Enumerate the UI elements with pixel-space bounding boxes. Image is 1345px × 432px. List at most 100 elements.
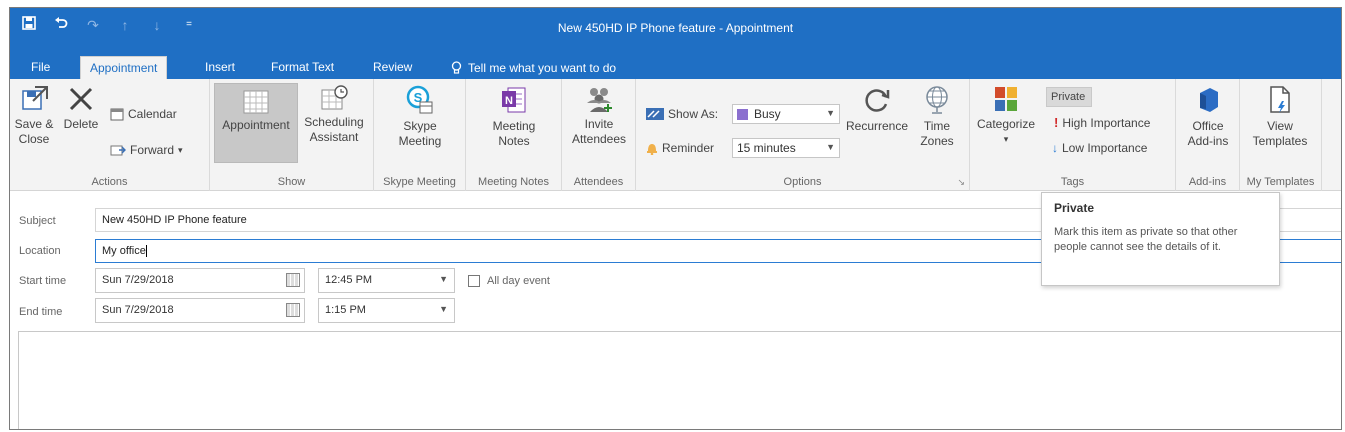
recurrence-button[interactable]: Recurrence xyxy=(844,85,910,134)
calendar-icon xyxy=(110,108,124,121)
bell-icon xyxy=(647,144,657,155)
high-importance-label: High Importance xyxy=(1062,115,1151,130)
chevron-down-icon: ▼ xyxy=(439,274,448,284)
chevron-down-icon: ▼ xyxy=(439,304,448,314)
recurrence-icon xyxy=(865,89,890,112)
group-label-meeting-notes: Meeting Notes xyxy=(478,176,549,188)
start-time-label: Start time xyxy=(19,275,67,287)
categorize-label: Categorize xyxy=(976,117,1036,131)
time-zones-label: Time Zones xyxy=(920,119,954,148)
chevron-down-icon: ▾ xyxy=(1003,134,1009,144)
appointment-grid-icon xyxy=(243,90,269,114)
subject-label: Subject xyxy=(19,215,56,227)
group-tags: Categorize ▾ Private ! High Importance ↓… xyxy=(970,79,1176,191)
delete-x-icon xyxy=(69,87,93,111)
tab-insert[interactable]: Insert xyxy=(196,56,244,79)
title-bar: ↷ ↑ ↓ = New 450HD IP Phone feature - App… xyxy=(10,8,1341,52)
office-addins-label: Office Add-ins xyxy=(1187,119,1229,148)
start-date-value: Sun 7/29/2018 xyxy=(102,274,174,286)
high-importance-button[interactable]: ! High Importance xyxy=(1054,115,1150,130)
group-label-tags: Tags xyxy=(1060,176,1085,188)
reminder-value: 15 minutes xyxy=(737,141,796,155)
end-time-select[interactable]: 1:15 PM ▼ xyxy=(318,298,455,323)
time-zones-button[interactable]: Time Zones xyxy=(914,85,960,149)
location-value: My office xyxy=(102,245,146,257)
start-time-value: 12:45 PM xyxy=(325,274,373,286)
chevron-down-icon: ▾ xyxy=(178,144,183,155)
window-title: New 450HD IP Phone feature - Appointment xyxy=(557,21,794,35)
globe-icon xyxy=(926,86,948,114)
scheduling-assistant-button[interactable]: Scheduling Assistant xyxy=(298,85,370,145)
all-day-checkbox[interactable] xyxy=(468,275,480,287)
people-icon xyxy=(587,88,612,112)
tab-review[interactable]: Review xyxy=(364,56,421,79)
calendar-button[interactable]: Calendar xyxy=(110,107,177,121)
reminder-select[interactable]: 15 minutes ▼ xyxy=(732,138,840,158)
tab-appointment[interactable]: Appointment xyxy=(80,56,168,79)
categorize-icon xyxy=(995,87,1017,111)
tell-me-label: Tell me what you want to do xyxy=(468,60,617,75)
group-my-templates: View Templates My Templates xyxy=(1240,79,1322,191)
group-skype-meeting: S Skype Meeting Skype Meeting xyxy=(374,79,466,191)
save-close-button[interactable]: Save & Close xyxy=(12,85,56,147)
all-day-label: All day event xyxy=(487,275,550,287)
office-addins-icon xyxy=(1200,88,1218,112)
recurrence-label: Recurrence xyxy=(845,119,909,133)
calendar-icon[interactable] xyxy=(286,273,300,287)
low-importance-label: Low Importance xyxy=(1062,141,1148,155)
meeting-notes-label: Meeting Notes xyxy=(492,119,536,148)
start-time-select[interactable]: 12:45 PM ▼ xyxy=(318,268,455,293)
end-date-value: Sun 7/29/2018 xyxy=(102,304,174,316)
group-options: Show As: Busy ▼ Reminder 15 minutes ▼ Re… xyxy=(636,79,970,191)
forward-label: Forward xyxy=(130,143,175,157)
lightbulb-icon xyxy=(451,60,462,74)
invite-attendees-label: Invite Attendees xyxy=(571,117,627,146)
group-label-show: Show xyxy=(277,176,306,188)
exclamation-icon: ! xyxy=(1054,115,1059,130)
private-button[interactable]: Private xyxy=(1046,87,1092,107)
skype-icon: S xyxy=(406,85,433,114)
group-label-actions: Actions xyxy=(91,176,128,188)
meeting-notes-button[interactable]: N Meeting Notes xyxy=(478,85,550,149)
private-label: Private xyxy=(1051,91,1086,103)
scheduling-assistant-label: Scheduling Assistant xyxy=(304,115,364,144)
end-time-label: End time xyxy=(19,306,63,318)
templates-icon xyxy=(1270,86,1290,113)
categorize-button[interactable]: Categorize ▾ xyxy=(972,85,1040,147)
appointment-body-editor[interactable] xyxy=(18,331,1341,429)
group-show: Appointment Scheduling Assistant Show xyxy=(210,79,374,191)
tell-me-box[interactable]: Tell me what you want to do xyxy=(442,56,625,79)
ribbon-tabs: File Appointment Insert Format Text Revi… xyxy=(10,52,1341,79)
view-templates-label: View Templates xyxy=(1252,119,1308,148)
busy-swatch xyxy=(737,108,748,120)
end-date-picker[interactable]: Sun 7/29/2018 xyxy=(95,298,305,323)
low-importance-button[interactable]: ↓ Low Importance xyxy=(1052,141,1147,155)
dialog-launcher-icon[interactable]: ↘ xyxy=(957,177,965,188)
chevron-down-icon: ▼ xyxy=(826,108,835,118)
start-date-picker[interactable]: Sun 7/29/2018 xyxy=(95,268,305,293)
forward-icon xyxy=(110,145,126,156)
tab-format-text[interactable]: Format Text xyxy=(262,56,343,79)
forward-button[interactable]: Forward ▾ xyxy=(110,143,183,157)
scheduling-assistant-icon xyxy=(321,85,348,110)
save-close-label: Save & Close xyxy=(14,117,54,146)
calendar-icon[interactable] xyxy=(286,303,300,317)
svg-text:N: N xyxy=(505,95,513,107)
group-attendees: Invite Attendees Attendees xyxy=(562,79,636,191)
reminder-label: Reminder xyxy=(662,141,715,155)
invite-attendees-button[interactable]: Invite Attendees xyxy=(568,85,630,147)
text-cursor xyxy=(145,245,147,258)
tab-file[interactable]: File xyxy=(22,56,59,79)
office-addins-button[interactable]: Office Add-ins xyxy=(1180,85,1236,149)
outlook-appointment-window: ↷ ↑ ↓ = New 450HD IP Phone feature - App… xyxy=(9,7,1342,430)
ribbon: Save & Close Delete Calendar Forward ▾ A… xyxy=(10,79,1341,191)
end-time-value: 1:15 PM xyxy=(325,304,366,316)
tooltip-description: Mark this item as private so that other … xyxy=(1054,226,1238,253)
group-label-my-templates: My Templates xyxy=(1246,176,1315,188)
appointment-view-button[interactable]: Appointment xyxy=(214,83,298,163)
view-templates-button[interactable]: View Templates xyxy=(1244,85,1316,149)
delete-button[interactable]: Delete xyxy=(60,85,102,132)
location-label: Location xyxy=(19,245,61,257)
show-as-select[interactable]: Busy ▼ xyxy=(732,104,840,124)
skype-meeting-button[interactable]: S Skype Meeting xyxy=(384,85,456,149)
